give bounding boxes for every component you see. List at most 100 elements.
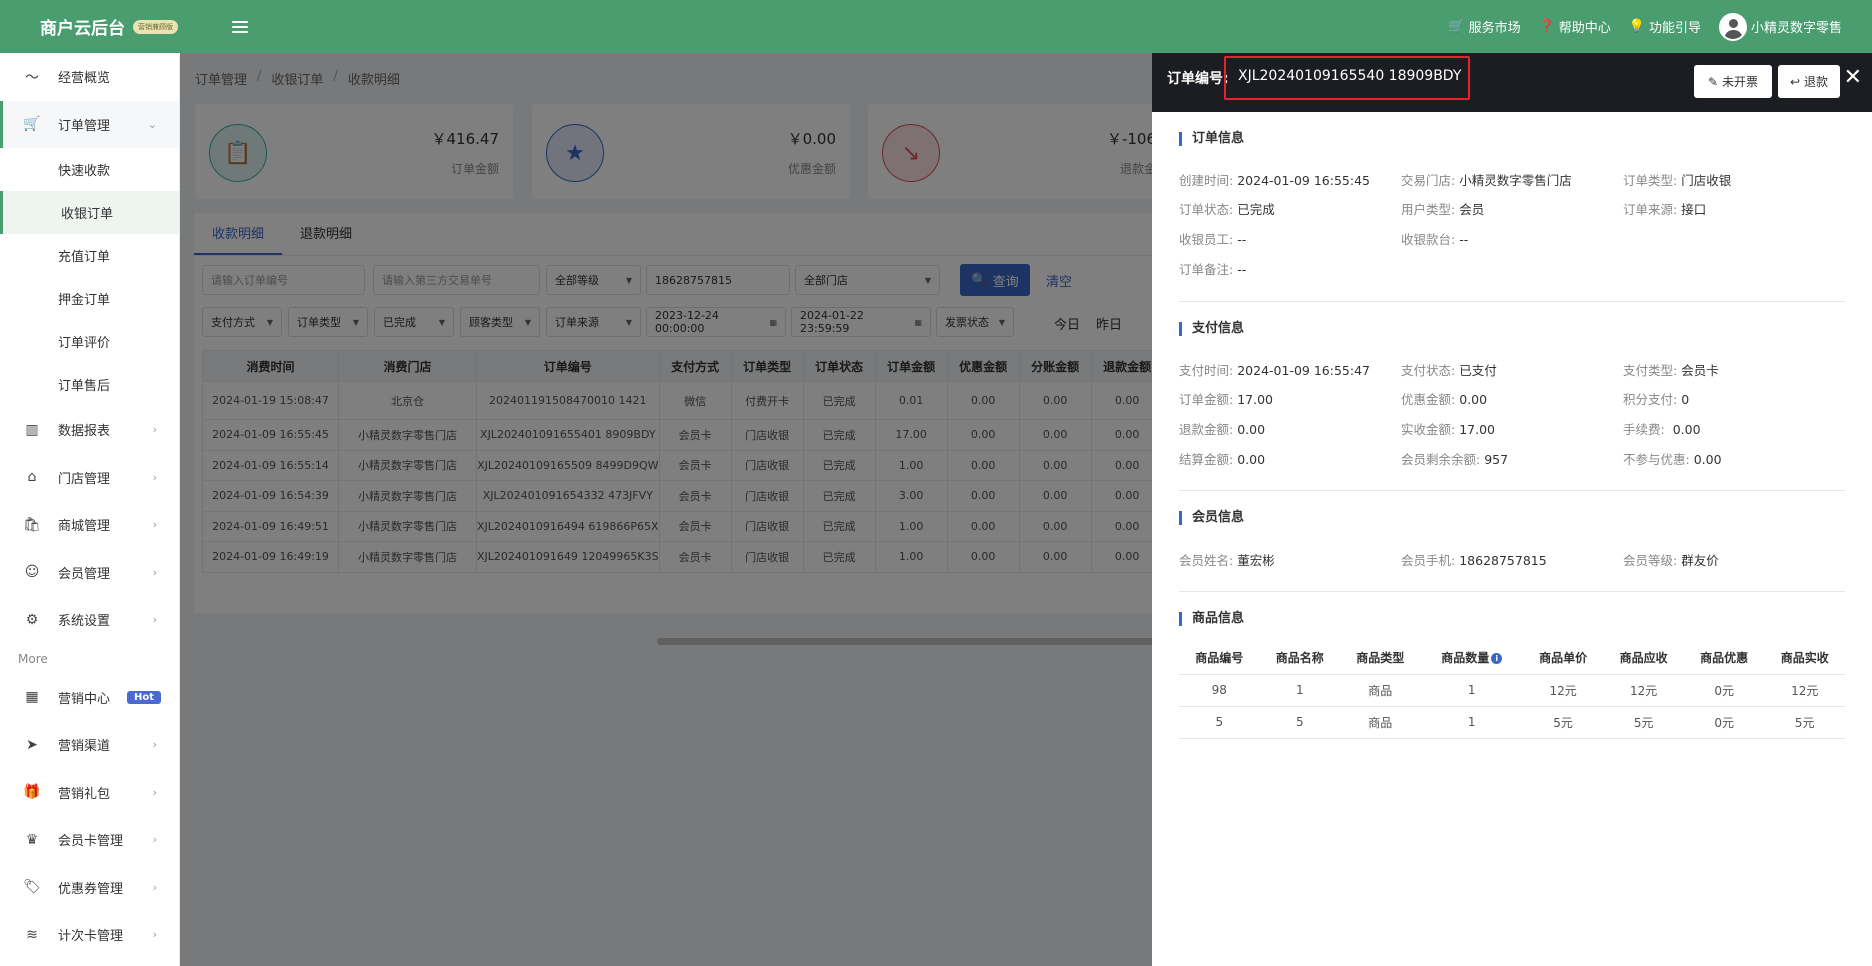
sidebar: 〜 经营概览 🛒 订单管理 ⌄ 快速收款 收银订单 充值订单 押金订单 订单评价… (0, 53, 180, 966)
field-cashier: 收银员工: -- (1179, 232, 1247, 247)
return-icon: ↩ (1789, 74, 1801, 89)
field-pay-time: 支付时间: 2024-01-09 16:55:47 (1179, 363, 1370, 378)
crown-icon: ♛ (25, 831, 39, 848)
sidebar-sub-quick-pay[interactable]: 快速收款 (0, 148, 179, 191)
sidebar-item-gift-packs[interactable]: 🎁 营销礼包 › (0, 769, 179, 817)
chevron-right-icon: › (152, 785, 157, 799)
brand: 商户云后台 营销兼顾版 (0, 14, 180, 39)
field-refund-amount: 退款金额: 0.00 (1179, 422, 1266, 437)
feature-guide-link[interactable]: 💡 功能引导 (1629, 17, 1701, 36)
sidebar-item-reports[interactable]: ▥ 数据报表 › (0, 406, 179, 454)
field-order-amount: 订单金额: 17.00 (1179, 392, 1274, 407)
chevron-right-icon: › (152, 928, 157, 942)
field-member-phone: 会员手机: 18628757815 (1401, 553, 1547, 568)
field-register: 收银款台: -- (1401, 232, 1469, 247)
smile-icon: ☺ (24, 564, 40, 581)
refund-button[interactable]: ↩ 退款 (1778, 65, 1840, 98)
order-no-label: 订单编号: (1167, 71, 1229, 87)
column-header: 商品实收 (1780, 650, 1829, 665)
sidebar-sub-order-reviews[interactable]: 订单评价 (0, 320, 179, 363)
column-header: 商品应收 (1619, 650, 1668, 665)
field-member-level: 会员等级: 群友价 (1623, 553, 1719, 568)
drawer-header: 订单编号: XJL20240109165540 18909BDY ✎ 未开票 ↩ 退… (1152, 53, 1872, 112)
home-icon: ⌂ (27, 469, 37, 486)
chart-line-icon: 〜 (25, 69, 39, 86)
sidebar-sub-deposit-orders[interactable]: 押金订单 (0, 277, 179, 320)
field-non-discount: 不参与优惠: 0.00 (1623, 452, 1722, 467)
column-header: 商品编号 (1195, 650, 1244, 665)
grid-icon: ▦ (25, 689, 39, 706)
help-center-link[interactable]: ❓ 帮助中心 (1539, 17, 1611, 36)
chevron-right-icon: › (152, 833, 157, 847)
service-market-link[interactable]: 🛒 服务市场 (1448, 17, 1520, 36)
sidebar-item-overview[interactable]: 〜 经营概览 (0, 53, 179, 101)
sidebar-item-orders[interactable]: 🛒 订单管理 ⌄ (0, 100, 179, 148)
sidebar-item-member-cards[interactable]: ♛ 会员卡管理 › (0, 816, 179, 864)
table-row: 98 1 商品 1 12元 12元 0元 12元 (1179, 673, 1845, 706)
field-order-type: 订单类型: 门店收银 (1623, 173, 1732, 188)
field-settlement-amount: 结算金额: 0.00 (1179, 452, 1266, 467)
chevron-right-icon: › (152, 423, 157, 437)
help-icon: ❓ (1538, 19, 1555, 34)
brand-tag: 营销兼顾版 (133, 19, 178, 34)
sidebar-item-marketing-channels[interactable]: ➤ 营销渠道 › (0, 721, 179, 769)
column-header: 商品类型 (1356, 650, 1405, 665)
close-icon[interactable]: ✕ (1844, 67, 1862, 89)
divider (1179, 301, 1845, 302)
column-header: 商品单价 (1539, 650, 1588, 665)
layers-icon: ≋ (26, 926, 38, 943)
field-points-pay: 积分支付: 0 (1623, 392, 1690, 407)
field-pay-type: 支付类型: 会员卡 (1623, 363, 1719, 378)
shop-icon: 🛍 (23, 516, 41, 533)
order-detail-drawer: 订单编号: XJL20240109165540 18909BDY ✎ 未开票 ↩ 退… (1152, 53, 1872, 966)
chevron-right-icon: › (152, 613, 157, 627)
bulb-icon: 💡 (1628, 19, 1645, 34)
highlight-box (1224, 56, 1470, 100)
brand-title: 商户云后台 (40, 19, 125, 39)
hot-badge: Hot (126, 690, 161, 704)
chevron-down-icon: ⌄ (147, 117, 157, 131)
sidebar-item-stores[interactable]: ⌂ 门店管理 › (0, 454, 179, 502)
tag-icon: 🏷 (23, 879, 41, 896)
send-icon: ➤ (26, 736, 38, 753)
chevron-right-icon: › (152, 738, 157, 752)
user-name: 小精灵数字零售 (1750, 21, 1842, 36)
avatar (1718, 12, 1747, 41)
sidebar-item-members[interactable]: ☺ 会员管理 › (0, 549, 179, 597)
sidebar-more-label: More (18, 651, 48, 666)
field-member-balance: 会员剩余余额: 957 (1401, 452, 1509, 467)
field-order-status: 订单状态: 已完成 (1179, 202, 1275, 217)
sidebar-sub-after-sales[interactable]: 订单售后 (0, 363, 179, 406)
field-fee: 手续费: 0.00 (1623, 422, 1701, 437)
menu-toggle-icon[interactable] (232, 20, 248, 33)
gear-icon: ⚙ (25, 611, 39, 628)
invoice-button[interactable]: ✎ 未开票 (1694, 65, 1772, 98)
field-discount-amount: 优惠金额: 0.00 (1401, 392, 1488, 407)
table-row: 5 5 商品 1 5元 5元 0元 5元 (1179, 705, 1845, 739)
column-header: 商品名称 (1275, 650, 1324, 665)
sidebar-item-count-cards[interactable]: ≋ 计次卡管理 › (0, 911, 179, 959)
field-created-time: 创建时间: 2024-01-09 16:55:45 (1179, 173, 1370, 188)
sidebar-item-settings[interactable]: ⚙ 系统设置 › (0, 596, 179, 644)
section-title-pay-info: 支付信息 (1179, 322, 1244, 336)
sidebar-sub-recharge-orders[interactable]: 充值订单 (0, 234, 179, 277)
cart-icon: 🛒 (23, 116, 41, 133)
divider (1179, 490, 1845, 491)
sidebar-item-mall[interactable]: 🛍 商城管理 › (0, 501, 179, 549)
field-pay-status: 支付状态: 已支付 (1401, 363, 1497, 378)
goods-table: 商品编号 商品名称 商品类型 商品数量 i 商品单价 商品应收 商品优惠 商品实收… (1179, 641, 1845, 739)
divider (1179, 591, 1845, 592)
field-store: 交易门店: 小精灵数字零售门店 (1401, 173, 1572, 188)
sidebar-sub-cashier-orders[interactable]: 收银订单 (0, 191, 179, 234)
user-menu[interactable]: 小精灵数字零售 (1718, 12, 1842, 41)
field-received-amount: 实收金额: 17.00 (1401, 422, 1496, 437)
section-title-member-info: 会员信息 (1179, 511, 1244, 525)
column-header: 商品优惠 (1700, 650, 1749, 665)
sidebar-item-marketing-center[interactable]: ▦ 营销中心 Hot (0, 674, 179, 722)
chevron-right-icon: › (152, 565, 157, 579)
info-icon[interactable]: i (1491, 652, 1503, 664)
modal-overlay[interactable] (180, 53, 1152, 966)
sidebar-item-coupons[interactable]: 🏷 优惠券管理 › (0, 864, 179, 912)
section-title-goods-info: 商品信息 (1179, 612, 1244, 626)
top-bar: 商户云后台 营销兼顾版 🛒 服务市场 ❓ 帮助中心 💡 功能引导 小精灵数字零售 (0, 0, 1872, 53)
